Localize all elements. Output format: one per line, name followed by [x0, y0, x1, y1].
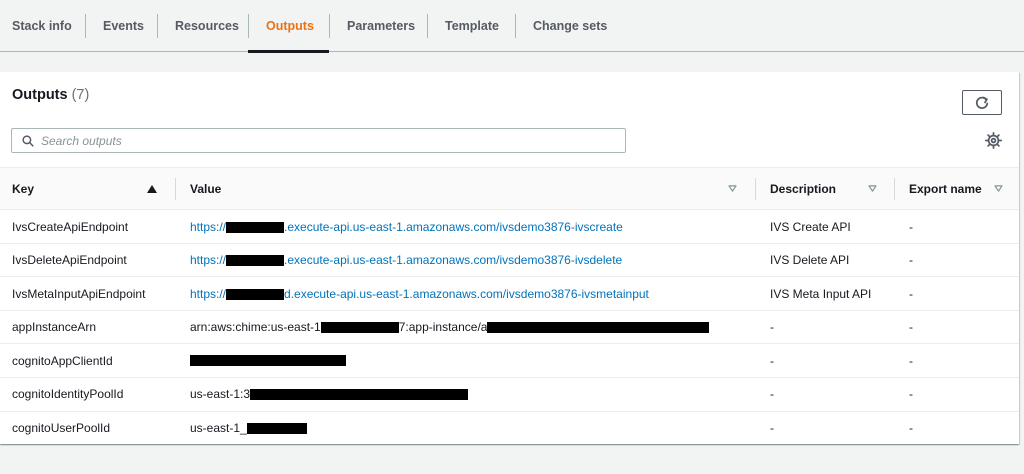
description-cell: - [770, 387, 774, 402]
redaction-block [487, 321, 710, 333]
outputs-count: (7) [71, 87, 90, 103]
tab-label: Outputs [266, 19, 314, 33]
column-header-value[interactable]: Value [190, 168, 221, 209]
column-header-export-name[interactable]: Export name [909, 168, 982, 209]
tab-label: Parameters [347, 19, 416, 33]
tab-parameters[interactable]: Parameters [329, 0, 427, 52]
panel-title: Outputs (7) [12, 87, 89, 103]
value-prefix: us-east-1:3 [190, 387, 251, 402]
value-suffix: .execute-api.us-east-1.amazonaws.com/ivs… [284, 253, 623, 268]
key-cell: cognitoUserPoolId [12, 421, 111, 436]
tab-label: Resources [175, 19, 239, 33]
description-cell: IVS Create API [770, 219, 851, 234]
table-row: appInstanceArn arn:aws:chime:us-east-1 7:… [0, 311, 1019, 345]
value-prefix: arn:aws:chime:us-east-1 [190, 320, 321, 335]
redaction-block [246, 422, 307, 434]
sort-ascending-icon[interactable] [147, 168, 157, 209]
tab-bar: Stack info Events Resources Outputs Para… [0, 0, 1024, 53]
outputs-table: Key Value Description Export name IvsCre… [0, 167, 1019, 445]
redaction-block [226, 255, 285, 267]
value-suffix: d.execute-api.us-east-1.amazonaws.com/iv… [284, 286, 649, 301]
tab-label: Events [103, 19, 144, 33]
tab-change-sets[interactable]: Change sets [515, 0, 625, 52]
column-divider [755, 178, 756, 200]
column-divider [175, 178, 176, 200]
sort-icon[interactable] [994, 168, 1003, 209]
endpoint-link[interactable]: https:// .execute-api.us-east-1.amazonaws… [190, 253, 622, 267]
search-input[interactable] [41, 133, 601, 148]
sort-icon[interactable] [728, 168, 737, 209]
value-cell: us-east-1_ [190, 412, 307, 445]
table-row: cognitoAppClientId - - [0, 344, 1019, 378]
export-cell: - [909, 421, 913, 436]
endpoint-link[interactable]: https:// d.execute-api.us-east-1.amazonaw… [190, 287, 649, 301]
outputs-panel: Outputs(7) Key Value Description Expo [0, 72, 1019, 444]
description-cell: IVS Delete API [770, 253, 850, 268]
search-icon [22, 134, 34, 147]
table-row: IvsCreateApiEndpoint https:// .execute-ap… [0, 210, 1019, 244]
description-cell: IVS Meta Input API [770, 286, 872, 301]
value-cell: https:// d.execute-api.us-east-1.amazonaw… [190, 277, 649, 310]
tab-label: Change sets [533, 19, 608, 33]
column-divider [894, 178, 895, 200]
search-box [11, 128, 626, 153]
value-prefix: https:// [190, 219, 227, 234]
export-cell: - [909, 253, 913, 268]
value-cell: us-east-1:3 [190, 378, 469, 411]
export-cell: - [909, 387, 913, 402]
value-suffix: .execute-api.us-east-1.amazonaws.com/ivs… [284, 219, 623, 234]
redaction-block [226, 289, 285, 301]
key-cell: IvsCreateApiEndpoint [12, 219, 129, 234]
refresh-button[interactable] [962, 90, 1002, 115]
tab-label: Template [445, 19, 499, 33]
table-row: cognitoUserPoolId us-east-1_ - - [0, 412, 1019, 446]
export-cell: - [909, 219, 913, 234]
value-prefix: https:// [190, 253, 227, 268]
table-row: cognitoIdentityPoolId us-east-1:3 - - [0, 378, 1019, 412]
redaction-block [320, 321, 399, 333]
key-cell: IvsMetaInputApiEndpoint [12, 286, 146, 301]
value-cell: https:// .execute-api.us-east-1.amazonaws… [190, 210, 623, 243]
table-header: Key Value Description Export name [0, 167, 1019, 210]
key-cell: appInstanceArn [12, 320, 97, 335]
value-cell [190, 344, 346, 377]
endpoint-link[interactable]: https:// .execute-api.us-east-1.amazonaws… [190, 220, 623, 234]
value-cell: https:// .execute-api.us-east-1.amazonaws… [190, 244, 622, 277]
tab-outputs[interactable]: Outputs [248, 0, 329, 53]
key-cell: cognitoIdentityPoolId [12, 387, 124, 402]
redaction-block [190, 355, 346, 367]
panel-title-text: Outputs [12, 87, 68, 103]
value-cell: arn:aws:chime:us-east-1 7:app-instance/a [190, 311, 710, 344]
tab-stack-info[interactable]: Stack info [0, 0, 85, 52]
export-cell: - [909, 320, 913, 335]
export-cell: - [909, 286, 913, 301]
value-prefix: https:// [190, 286, 227, 301]
tab-events[interactable]: Events [85, 0, 157, 52]
key-cell: cognitoAppClientId [12, 353, 113, 368]
gear-icon[interactable] [985, 132, 1002, 149]
redaction-block [250, 388, 469, 400]
tab-label: Stack info [12, 19, 72, 33]
refresh-icon [975, 96, 989, 109]
sort-icon[interactable] [868, 168, 877, 209]
value-prefix: us-east-1_ [190, 421, 247, 436]
value-suffix: 7:app-instance/a [398, 320, 488, 335]
description-cell: - [770, 421, 774, 436]
column-header-description[interactable]: Description [770, 168, 836, 209]
table-row: IvsDeleteApiEndpoint https:// .execute-ap… [0, 244, 1019, 278]
tab-resources[interactable]: Resources [157, 0, 248, 52]
table-row: IvsMetaInputApiEndpoint https:// d.execut… [0, 277, 1019, 311]
description-cell: - [770, 353, 774, 368]
tab-template[interactable]: Template [427, 0, 515, 52]
column-header-key[interactable]: Key [12, 168, 34, 209]
key-cell: IvsDeleteApiEndpoint [12, 253, 127, 268]
description-cell: - [770, 320, 774, 335]
redaction-block [226, 221, 285, 233]
export-cell: - [909, 353, 913, 368]
